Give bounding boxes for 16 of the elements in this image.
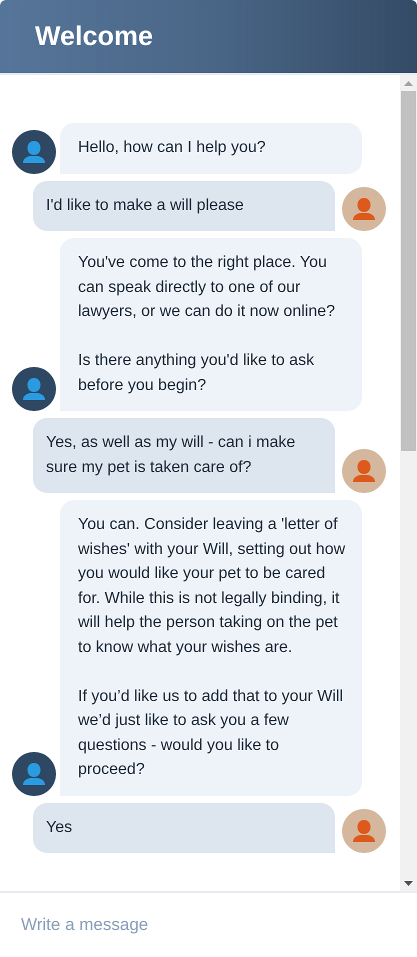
scroll-down-icon[interactable] bbox=[404, 880, 413, 886]
message-bubble: Yes bbox=[33, 802, 335, 853]
message-bubble: Hello, how can I help you? bbox=[60, 123, 362, 174]
avatar-icon bbox=[12, 752, 56, 796]
message-bubble: You can. Consider leaving a 'letter of wishes' with your Will, setting out how you would like your pet to be cared for. While this is not legally binding, it will help the person taking on the pet to know what your wishes are. If you’d like us to add that to your Will we’d just like to ask you a few questions - would you like to proceed? bbox=[60, 500, 362, 796]
scrollbar[interactable] bbox=[400, 75, 417, 891]
message-bubble: You've come to the right place. You can speak directly to one of our lawyers, or we can do it now online? Is there anything you'd like to ask before you begin? bbox=[60, 238, 362, 411]
avatar-icon bbox=[342, 449, 386, 493]
message-bubble: I'd like to make a will please bbox=[33, 180, 335, 231]
scroll-up-icon[interactable] bbox=[404, 80, 413, 86]
avatar-icon bbox=[342, 187, 386, 231]
avatar-icon bbox=[12, 367, 56, 411]
header-title: Welcome bbox=[35, 21, 154, 52]
message-bubble: Yes, as well as my will - can i make sure my pet is taken care of? bbox=[33, 418, 335, 493]
avatar-icon bbox=[12, 130, 56, 174]
avatar-icon bbox=[342, 809, 386, 853]
